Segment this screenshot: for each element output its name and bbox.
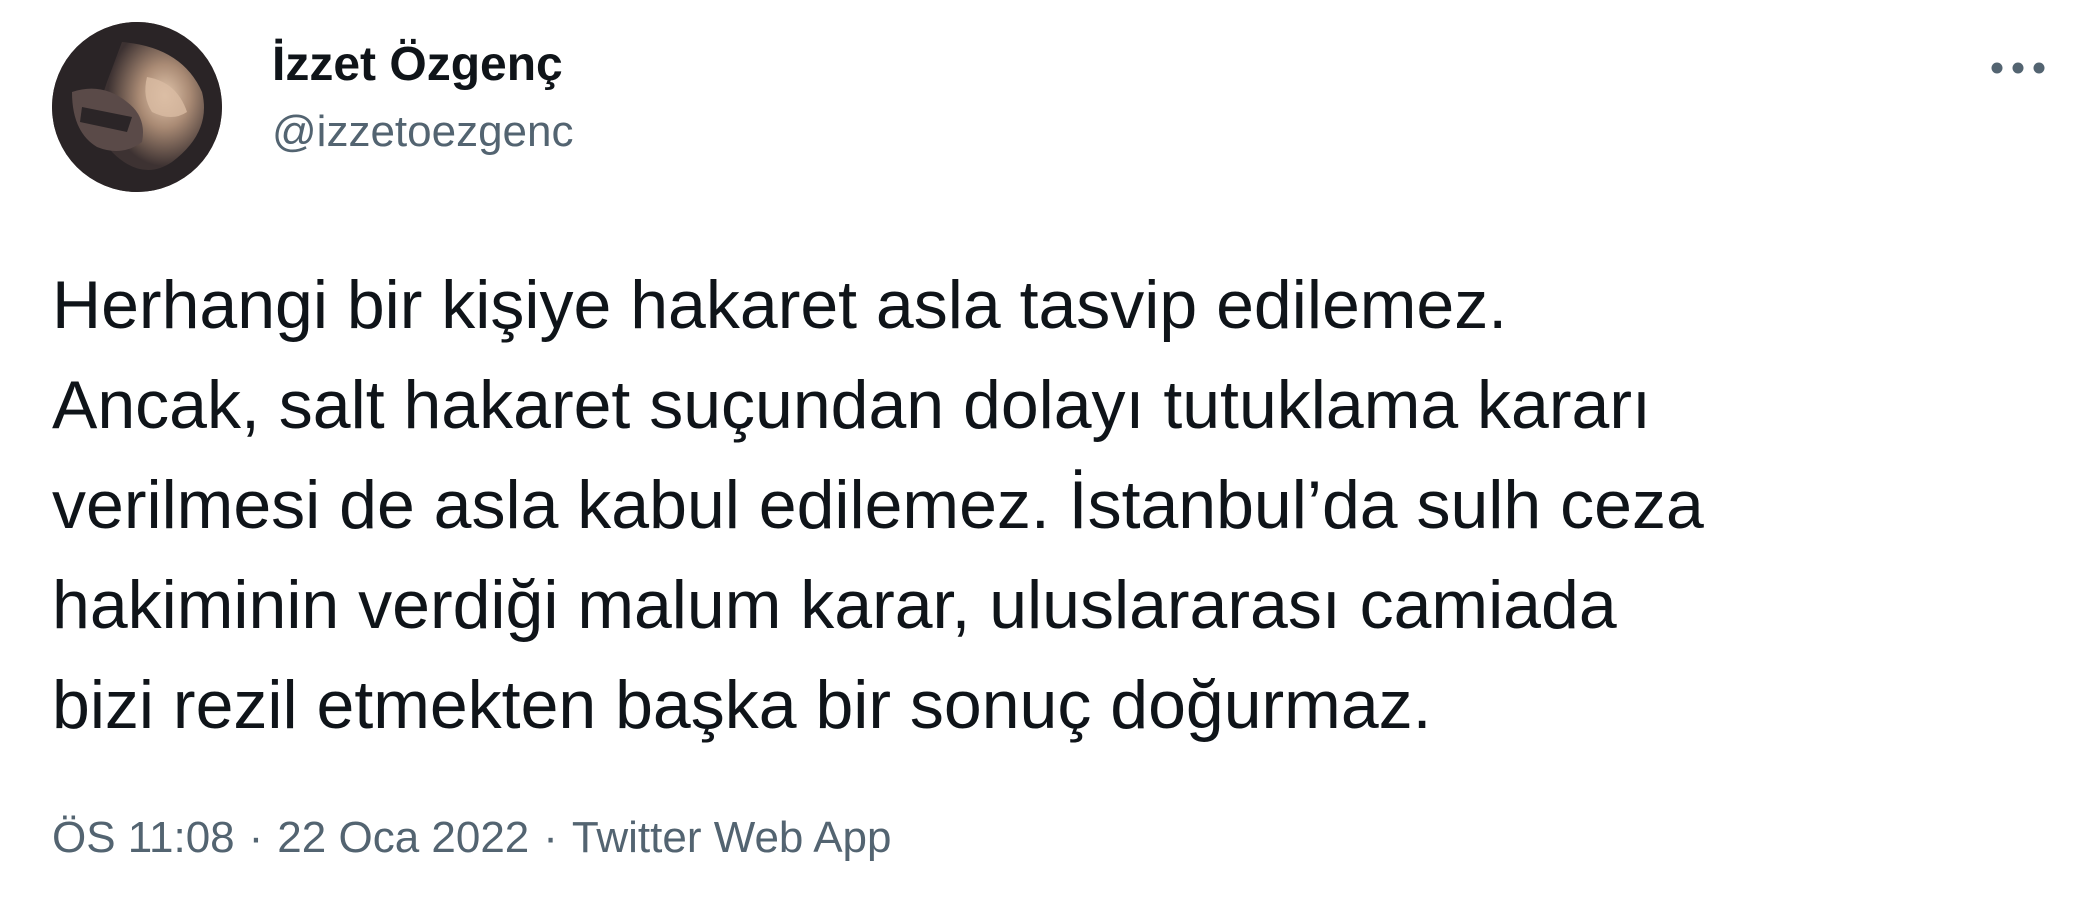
user-handle[interactable]: @izzetoezgenc [272, 106, 574, 159]
author-names: İzzet Özgenç @izzetoezgenc [272, 36, 574, 158]
avatar[interactable] [52, 22, 222, 192]
more-horizontal-icon [1991, 62, 2045, 74]
tweet-text: Herhangi bir kişiye hakaret asla tasvip … [52, 267, 1704, 743]
tweet-date[interactable]: 22 Oca 2022 [277, 808, 529, 868]
tweet-time[interactable]: ÖS 11:08 [52, 808, 235, 868]
tweet-source[interactable]: Twitter Web App [572, 808, 892, 868]
tweet-header: İzzet Özgenç @izzetoezgenc [52, 22, 574, 192]
more-options-button[interactable] [1983, 38, 2053, 98]
meta-separator: · [543, 813, 558, 862]
tweet-card: İzzet Özgenç @izzetoezgenc Herhangi bir … [0, 0, 2073, 900]
profile-photo-icon [52, 22, 222, 192]
display-name[interactable]: İzzet Özgenç [272, 36, 574, 94]
meta-separator: · [248, 813, 264, 862]
tweet-meta: ÖS 11:08 · 22 Oca 2022 · Twitter Web App [52, 808, 891, 868]
